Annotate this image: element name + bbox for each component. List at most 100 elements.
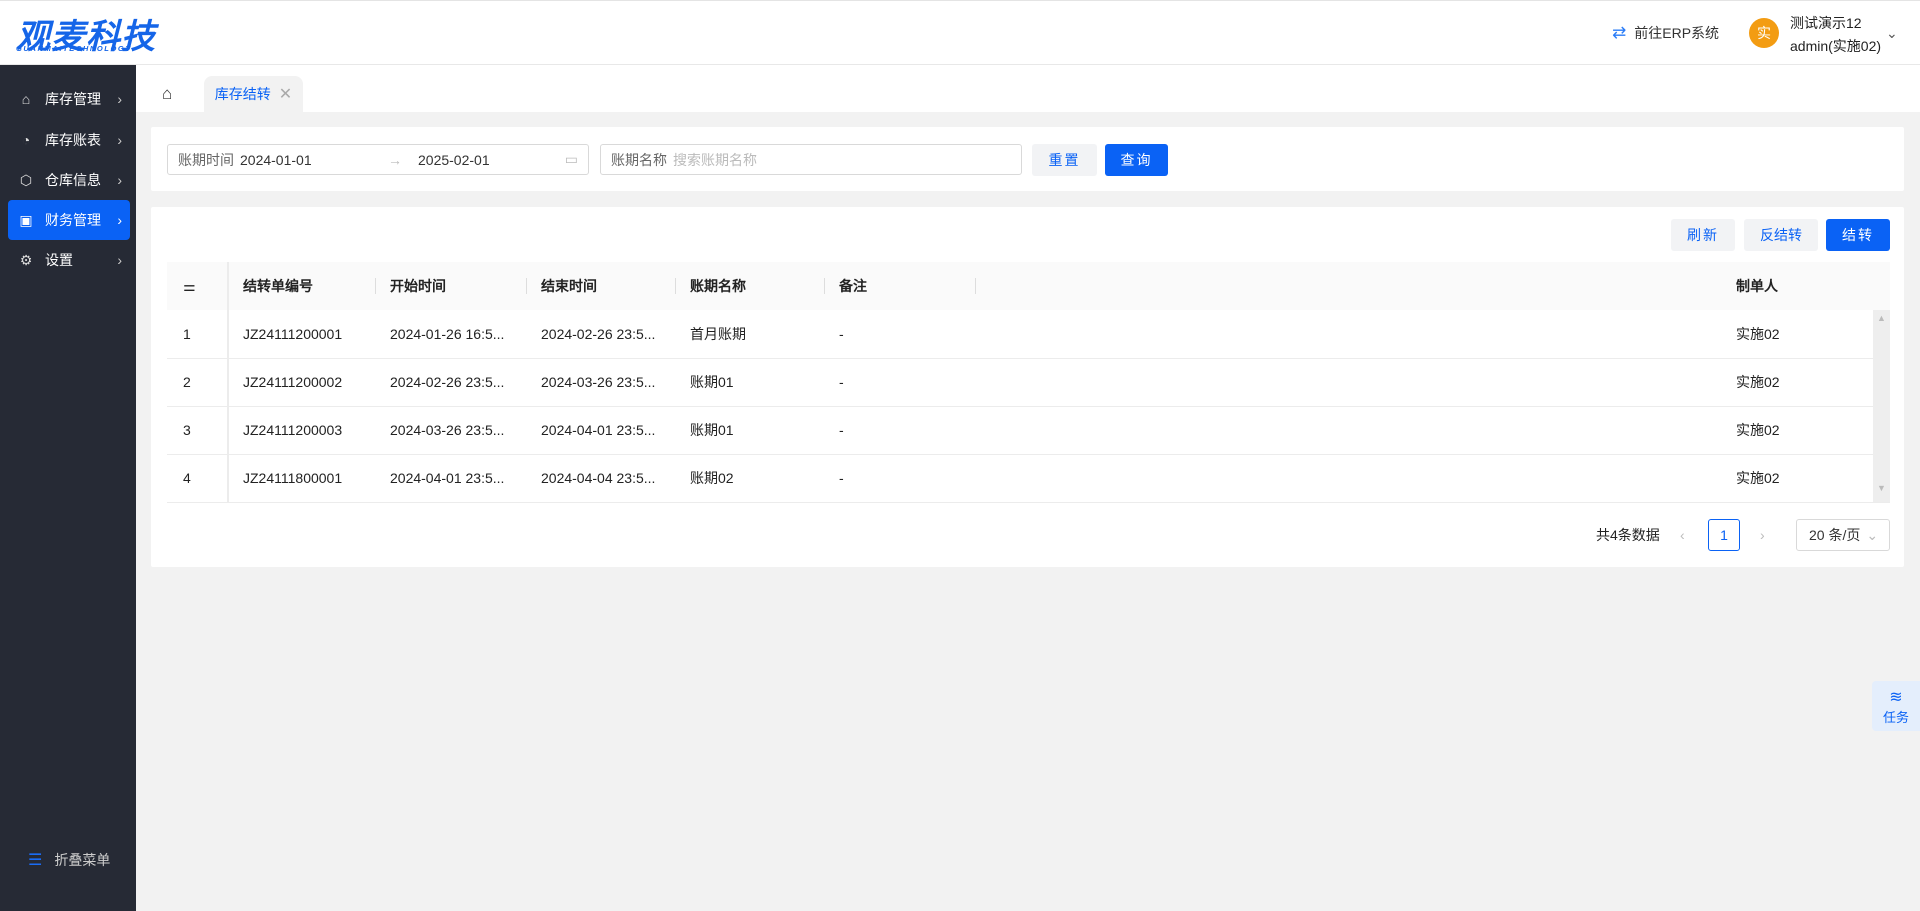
tab-inventory-carryover[interactable]: 库存结转 ✕ bbox=[204, 76, 303, 112]
table-header-row: ⚌ 结转单编号 开始时间 结束时间 账期名称 备注 制单人 bbox=[167, 262, 1890, 310]
table-cell: 2024-04-04 23:5... bbox=[527, 454, 676, 503]
table-cell: 2024-04-01 23:5... bbox=[527, 406, 676, 455]
carryover-table: ⚌ 结转单编号 开始时间 结束时间 账期名称 备注 制单人 1 JZ2411120… bbox=[167, 262, 1890, 503]
table-cell: 2024-02-26 23:5... bbox=[527, 310, 676, 359]
table-scrollbar[interactable]: ▲ ▼ bbox=[1873, 310, 1890, 502]
sidebar-item-inventory-ledger[interactable]: ◔ 库存账表 › bbox=[8, 120, 130, 160]
column-header[interactable]: 结束时间 bbox=[527, 262, 676, 310]
period-label: 账期时间 bbox=[178, 151, 234, 168]
tab-label: 库存结转 bbox=[214, 86, 271, 102]
table-cell: 1 bbox=[167, 310, 229, 359]
table-cell: JZ24111200002 bbox=[228, 358, 376, 407]
column-header-spacer bbox=[976, 262, 1722, 310]
table-cell: - bbox=[825, 454, 976, 503]
logo-subtitle: GUANMAITECHNOLOGY bbox=[16, 44, 132, 53]
chevron-down-icon[interactable]: ⌄ bbox=[1886, 25, 1898, 42]
spacer-cell bbox=[976, 358, 1722, 407]
sidebar-item-warehouse[interactable]: ⬡ 仓库信息 › bbox=[8, 160, 130, 200]
sidebar-item-label: 库存管理 bbox=[45, 91, 101, 107]
period-name-label: 账期名称 bbox=[611, 151, 667, 168]
home-icon[interactable]: ⌂ bbox=[162, 84, 172, 104]
sync-icon: ⇄ bbox=[1612, 23, 1627, 42]
spacer-cell bbox=[976, 454, 1722, 503]
start-date-input[interactable]: 2024-01-01 bbox=[240, 152, 388, 168]
table-cell: 首月账期 bbox=[676, 310, 825, 359]
table-cell: 2024-04-01 23:5... bbox=[376, 454, 527, 503]
period-name-field[interactable]: 账期名称 搜索账期名称 bbox=[600, 144, 1022, 175]
query-button[interactable]: 查询 bbox=[1105, 144, 1168, 176]
task-widget[interactable]: ≋ 任务 bbox=[1872, 681, 1920, 731]
chevron-right-icon: › bbox=[117, 91, 122, 107]
chevron-right-icon: › bbox=[117, 172, 122, 188]
page-1-button[interactable]: 1 bbox=[1708, 519, 1740, 551]
table-cell: JZ24111800001 bbox=[228, 454, 376, 503]
layers-icon: ≋ bbox=[1889, 689, 1903, 706]
pie-chart-icon: ◔ bbox=[21, 132, 31, 148]
table-cell: 2024-03-26 23:5... bbox=[376, 406, 527, 455]
calendar-icon: ▭ bbox=[564, 151, 578, 167]
spacer-cell bbox=[976, 310, 1722, 359]
sidebar-item-finance[interactable]: ▣ 财务管理 › bbox=[8, 200, 130, 240]
collapse-icon: ☰ bbox=[28, 852, 43, 869]
finance-icon: ▣ bbox=[19, 211, 33, 228]
avatar[interactable]: 实 bbox=[1749, 18, 1779, 48]
collapse-menu-label: 折叠菜单 bbox=[54, 852, 111, 868]
column-settings-icon[interactable]: ⚌ bbox=[167, 262, 229, 310]
end-date-input[interactable]: 2025-02-01 bbox=[418, 152, 565, 168]
table-cell: 实施02 bbox=[1722, 310, 1890, 359]
user-name: 测试演示12 bbox=[1790, 15, 1862, 31]
warehouse-icon: ⌂ bbox=[21, 91, 31, 107]
close-icon[interactable]: ✕ bbox=[279, 84, 292, 104]
collapse-menu-button[interactable]: ☰ 折叠菜单 bbox=[28, 850, 110, 870]
table-cell: 实施02 bbox=[1722, 358, 1890, 407]
erp-link[interactable]: ⇄ 前往ERP系统 bbox=[1612, 23, 1719, 43]
column-header[interactable]: 结转单编号 bbox=[228, 262, 376, 310]
chevron-down-icon: ⌄ bbox=[1866, 526, 1879, 543]
tab-bar bbox=[136, 65, 1920, 112]
period-name-input[interactable]: 搜索账期名称 bbox=[673, 150, 757, 170]
table-row[interactable]: 4 JZ24111800001 2024-04-01 23:5... 2024-04-… bbox=[167, 454, 1890, 503]
carryover-button[interactable]: 结转 bbox=[1826, 219, 1890, 251]
chevron-right-icon: › bbox=[117, 132, 122, 148]
table-row[interactable]: 2 JZ24111200002 2024-02-26 23:5... 2024-03-… bbox=[167, 358, 1890, 407]
table-cell: JZ24111200003 bbox=[228, 406, 376, 455]
column-header[interactable]: 账期名称 bbox=[676, 262, 825, 310]
table-cell: - bbox=[825, 310, 976, 359]
column-header[interactable]: 制单人 bbox=[1722, 262, 1890, 310]
user-account: admin(实施02) bbox=[1790, 38, 1882, 54]
next-page-button[interactable]: › bbox=[1760, 519, 1765, 551]
table-cell: 2024-03-26 23:5... bbox=[527, 358, 676, 407]
reset-button[interactable]: 重置 bbox=[1032, 144, 1097, 176]
table-cell: - bbox=[825, 406, 976, 455]
page-size-select[interactable]: 20 条/页 ⌄ bbox=[1796, 519, 1890, 551]
arrow-right-icon: → bbox=[388, 151, 402, 168]
table-cell: 4 bbox=[167, 454, 229, 503]
gear-icon: ⚙ bbox=[19, 251, 33, 268]
column-header[interactable]: 开始时间 bbox=[376, 262, 527, 310]
pagination-total: 共4条数据 bbox=[1596, 527, 1660, 543]
sidebar-item-label: 仓库信息 bbox=[45, 172, 101, 188]
table-cell: 2024-01-26 16:5... bbox=[376, 310, 527, 359]
top-header: 观麦科技 GUANMAITECHNOLOGY ⇄ 前往ERP系统 实 测试演示1… bbox=[0, 0, 1920, 65]
table-cell: 实施02 bbox=[1722, 454, 1890, 503]
sidebar-item-label: 财务管理 bbox=[45, 212, 101, 228]
refresh-button[interactable]: 刷新 bbox=[1671, 219, 1735, 251]
sidebar-item-settings[interactable]: ⚙ 设置 › bbox=[8, 240, 130, 280]
table-cell: 3 bbox=[167, 406, 229, 455]
sidebar-item-inventory[interactable]: ⌂ 库存管理 › bbox=[8, 79, 130, 119]
spacer-cell bbox=[976, 406, 1722, 455]
table-cell: JZ24111200001 bbox=[228, 310, 376, 359]
prev-page-button[interactable]: ‹ bbox=[1680, 519, 1685, 551]
column-header[interactable]: 备注 bbox=[825, 262, 976, 310]
chevron-right-icon: › bbox=[117, 212, 122, 228]
table-cell: 2 bbox=[167, 358, 229, 407]
table-row[interactable]: 3 JZ24111200003 2024-03-26 23:5... 2024-04-… bbox=[167, 406, 1890, 455]
period-date-range[interactable]: 账期时间 2024-01-01 → 2025-02-01 ▭ bbox=[167, 144, 589, 175]
sidebar-item-label: 设置 bbox=[45, 252, 73, 268]
reverse-carryover-button[interactable]: 反结转 bbox=[1744, 219, 1818, 251]
erp-link-label: 前往ERP系统 bbox=[1634, 25, 1720, 41]
table-row[interactable]: 1 JZ24111200001 2024-01-26 16:5... 2024-02-… bbox=[167, 310, 1890, 359]
table-cell: 实施02 bbox=[1722, 406, 1890, 455]
table-cell: 账期02 bbox=[676, 454, 825, 503]
table-cell: - bbox=[825, 358, 976, 407]
